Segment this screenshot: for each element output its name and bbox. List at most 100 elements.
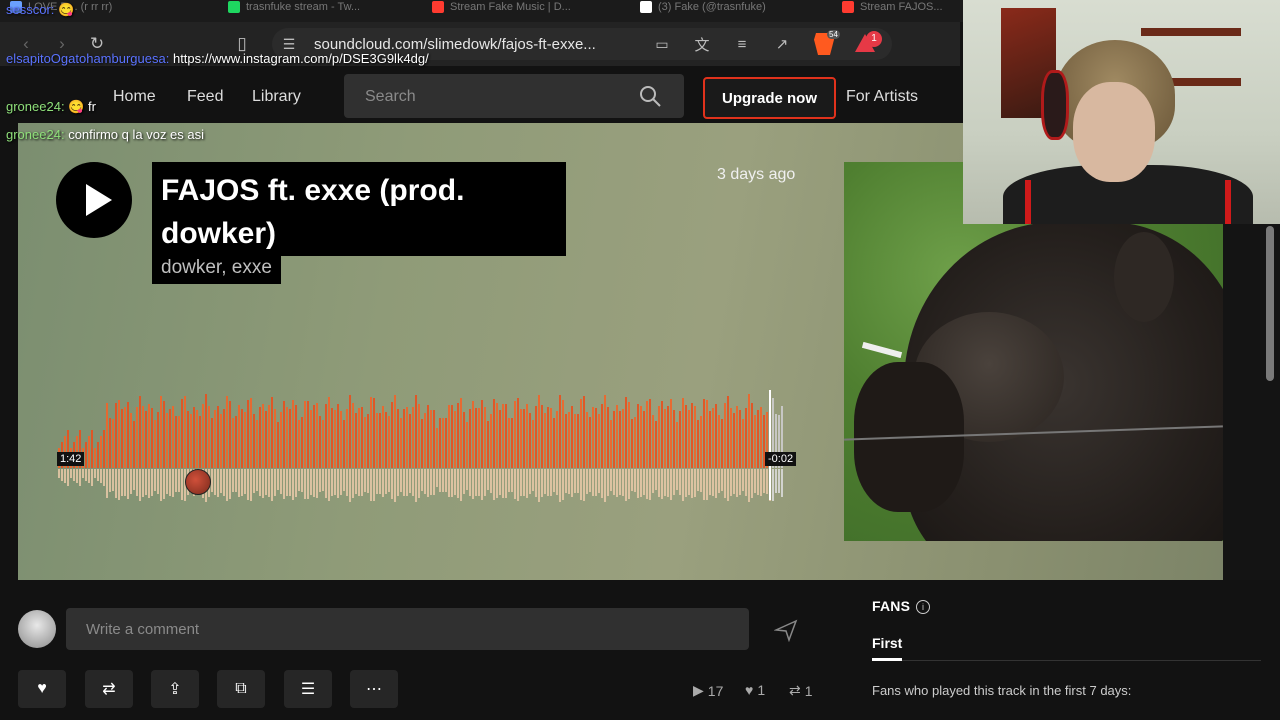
waveform-bar (676, 422, 678, 468)
waveform-reflection-bar (415, 469, 417, 502)
waveform-reflection-bar (538, 469, 540, 502)
waveform-reflection-bar (379, 469, 381, 494)
nav-feed[interactable]: Feed (187, 88, 223, 106)
waveform[interactable] (58, 380, 788, 505)
waveform-reflection-bar (499, 469, 501, 495)
waveform-bar (349, 395, 351, 468)
waveform-reflection-bar (220, 469, 222, 493)
waveform-bar (265, 411, 267, 468)
waveform-reflection-bar (160, 469, 162, 501)
waveform-bar (634, 417, 636, 468)
waveform-bar (322, 420, 324, 468)
waveform-reflection-bar (64, 469, 66, 483)
repost-icon: ⇄ (789, 682, 801, 698)
waveform-bar (304, 401, 306, 468)
waveform-bar (610, 420, 612, 468)
tab-favicon-icon (228, 1, 240, 13)
search-icon[interactable] (638, 84, 662, 113)
waveform-bar (748, 394, 750, 468)
track-artists[interactable]: dowker, exxe (152, 253, 281, 284)
waveform-bar (232, 418, 234, 468)
browser-tab-active[interactable]: Stream FAJOS... (842, 0, 962, 14)
send-icon[interactable] (770, 614, 802, 646)
waveform-reflection-bar (307, 469, 309, 499)
waveform-bar (715, 404, 717, 468)
waveform-bar (124, 407, 126, 468)
waveform-bar (472, 401, 474, 468)
waveform-reflection-bar (781, 469, 783, 497)
translate-icon[interactable]: 文 (690, 32, 714, 56)
waveform-reflection-bar (352, 469, 354, 498)
waveform-reflection-bar (232, 469, 234, 492)
cast-icon[interactable]: ▭ (650, 32, 674, 56)
waveform-bar (391, 402, 393, 468)
waveform-bar (487, 421, 489, 468)
waveform-reflection-bar (370, 469, 372, 501)
waveform-bar (388, 416, 390, 468)
waveform-reflection-bar (724, 469, 726, 498)
waveform-bar (628, 402, 630, 468)
waveform-reflection-bar (325, 469, 327, 498)
waveform-bar (400, 418, 402, 468)
for-artists-link[interactable]: For Artists (846, 88, 918, 106)
waveform-reflection-bar (742, 469, 744, 491)
waveform-bar (367, 414, 369, 468)
scrollbar[interactable] (1266, 226, 1274, 381)
waveform-bar (589, 417, 591, 468)
like-button[interactable]: ♥ (18, 670, 66, 708)
waveform-reflection-bar (211, 469, 213, 492)
play-button[interactable] (56, 162, 132, 238)
waveform-reflection-bar (682, 469, 684, 501)
chat-message: gronee24: confirmo q la voz es asi (6, 127, 204, 142)
copy-link-button[interactable]: ⧉ (217, 670, 265, 708)
nav-home[interactable]: Home (113, 88, 156, 106)
waveform-reflection-bar (526, 469, 528, 498)
waveform-bar (172, 406, 174, 468)
waveform-bar (205, 394, 207, 468)
waveform-bar (253, 414, 255, 468)
waveform-reflection-bar (166, 469, 168, 494)
waveform-bar (382, 406, 384, 468)
browser-tab[interactable]: trasnfuke stream - Tw... (228, 0, 418, 14)
upgrade-now-button[interactable]: Upgrade now (703, 77, 836, 119)
waveform-reflection-bar (475, 469, 477, 496)
waveform-reflection-bar (154, 469, 156, 491)
waveform-bar (544, 413, 546, 468)
browser-tab[interactable]: Stream Fake Music | D... (432, 0, 622, 14)
share-icon: ⇪ (168, 681, 182, 698)
remaining-time: -0:02 (765, 452, 797, 466)
info-icon[interactable]: i (916, 600, 930, 614)
waveform-reflection-bar (448, 469, 450, 497)
waveform-bar (370, 397, 372, 468)
chat-username: gronee24: (6, 127, 65, 142)
waveform-reflection-bar (427, 469, 429, 497)
user-avatar[interactable] (18, 610, 56, 648)
tab-first[interactable]: First (872, 635, 902, 651)
waveform-reflection-bar (130, 469, 132, 494)
waveform-bar (340, 411, 342, 468)
repost-button[interactable]: ⇄ (85, 670, 133, 708)
waveform-reflection-bar (385, 469, 387, 494)
waveform-bar (352, 403, 354, 468)
waveform-bar (730, 408, 732, 468)
waveform-reflection-bar (268, 469, 270, 497)
waveform-reflection-bar (487, 469, 489, 490)
add-to-queue-button[interactable]: ☰ (284, 670, 332, 708)
nav-library[interactable]: Library (252, 88, 301, 106)
share-icon[interactable]: ↗ (770, 32, 794, 56)
waveform-bar (397, 409, 399, 468)
reader-mode-icon[interactable]: ≡ (730, 32, 754, 56)
waveform-reflection-bar (409, 469, 411, 493)
waveform-bar (442, 418, 444, 468)
waveform-bar (643, 411, 645, 468)
share-button[interactable]: ⇪ (151, 670, 199, 708)
waveform-bar (313, 405, 315, 468)
waveform-reflection-bar (127, 469, 129, 499)
waveform-reflection-bar (490, 469, 492, 493)
more-button[interactable]: ⋯ (350, 670, 398, 708)
waveform-bar (346, 409, 348, 468)
browser-tab[interactable]: (3) Fake (@trasnfuke) (640, 0, 820, 14)
waveform-bar (667, 406, 669, 468)
more-icon: ⋯ (366, 681, 382, 698)
waveform-reflection-bar (124, 469, 126, 496)
